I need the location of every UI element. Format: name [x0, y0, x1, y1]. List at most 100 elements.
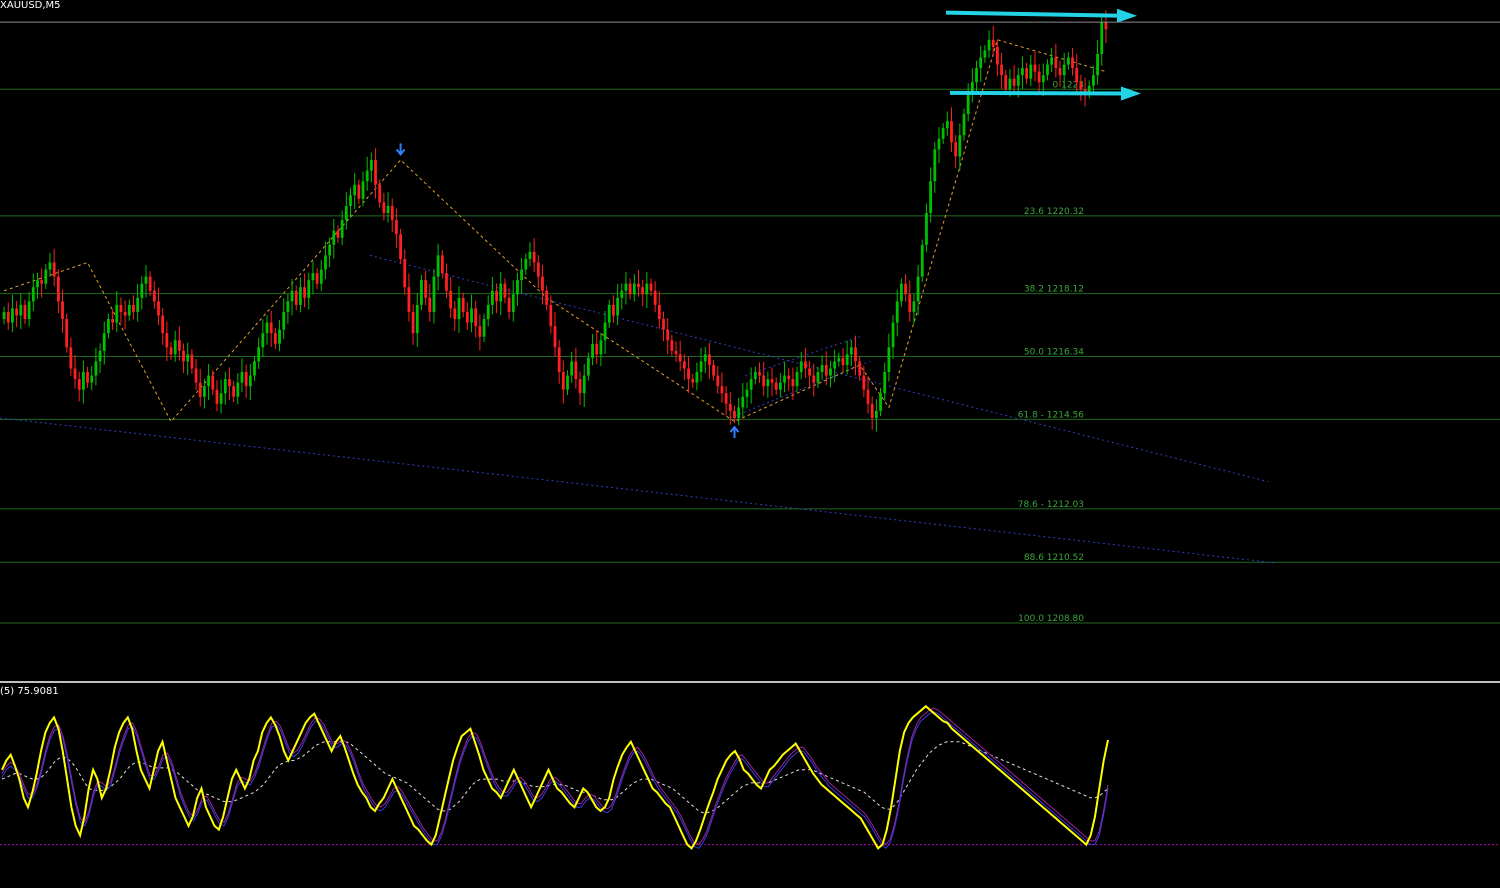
candle-body — [532, 251, 536, 263]
candle-body — [482, 319, 486, 337]
candle-body — [578, 379, 582, 394]
candle-body — [136, 297, 140, 312]
candle-body — [854, 347, 857, 362]
candle-body — [1071, 57, 1074, 69]
chart-window[interactable]: 23.6 1220.32 38.2 1218.12 50.0 1216.34 61.8… — [0, 0, 1500, 884]
candle-body — [365, 170, 369, 182]
candle-body — [507, 297, 511, 312]
candle-body — [503, 283, 507, 298]
candle-body — [900, 283, 903, 302]
candle-body — [891, 322, 895, 348]
candle-body — [19, 304, 23, 316]
price-chart[interactable]: 23.6 1220.32 38.2 1218.12 50.0 1216.34 61.8… — [0, 0, 1500, 884]
candle-body — [328, 244, 332, 256]
candle-body — [407, 287, 411, 312]
candle-body — [758, 372, 761, 376]
candle-body — [607, 304, 611, 323]
candle-body — [670, 340, 674, 351]
candle-body — [582, 375, 586, 394]
candle-body — [186, 354, 190, 362]
candle-body — [766, 379, 770, 387]
candle-body — [157, 301, 160, 316]
oscillator-subwindow — [0, 704, 1500, 850]
candle-body — [591, 343, 594, 358]
candle-body — [215, 389, 219, 404]
candle-body — [357, 184, 361, 199]
candle-body — [244, 372, 248, 387]
candle-body — [687, 368, 690, 380]
candle-body — [140, 283, 144, 298]
candle-body — [1075, 68, 1079, 83]
candle-body — [382, 202, 386, 213]
candle-body — [753, 372, 757, 380]
candle-body — [269, 322, 273, 334]
candle-body — [933, 149, 937, 182]
candle-body — [603, 322, 607, 341]
candle-body — [887, 347, 891, 373]
candle-body — [666, 329, 670, 341]
candle-body — [770, 379, 774, 383]
candle-body — [925, 212, 928, 245]
candle-body — [499, 283, 503, 302]
candle-body — [795, 372, 799, 387]
candle-body — [127, 304, 131, 316]
candle-body — [332, 230, 336, 245]
candle-body — [86, 372, 89, 383]
candle-body — [695, 372, 699, 383]
candle-body — [415, 304, 419, 334]
candle-body — [349, 195, 352, 206]
candle-body — [841, 357, 845, 365]
candle-body — [1066, 57, 1070, 65]
candle-body — [950, 121, 953, 143]
candle-body — [536, 262, 540, 277]
candle-body — [324, 255, 327, 270]
candle-body — [173, 340, 177, 355]
candle-body — [303, 287, 306, 298]
candle-body — [1046, 64, 1049, 76]
candle-body — [712, 364, 715, 376]
candle-body — [236, 382, 240, 397]
candle-body — [1096, 53, 1099, 76]
candle-body — [115, 304, 119, 323]
candle-body — [36, 280, 39, 288]
candle-body — [937, 138, 941, 150]
candle-body — [724, 393, 728, 404]
candle-body — [574, 361, 578, 380]
candle-body — [783, 375, 786, 383]
candle-body — [52, 262, 56, 277]
candle-body — [470, 308, 473, 323]
candle-body — [983, 50, 987, 58]
candle-body — [799, 361, 803, 373]
candle-body — [1100, 22, 1104, 54]
candle-body — [637, 283, 640, 288]
candle-body — [1012, 78, 1016, 86]
candle-body — [586, 357, 590, 376]
candle-body — [808, 368, 811, 376]
candle-body — [979, 57, 983, 69]
candle-body — [728, 403, 732, 411]
candle-body — [177, 340, 181, 351]
candle-body — [561, 372, 565, 390]
candle-body — [11, 308, 14, 323]
candle-body — [895, 301, 899, 323]
candle-body — [1016, 75, 1020, 86]
candle-body — [94, 361, 98, 376]
candle-body — [858, 361, 862, 376]
candle-body — [787, 375, 791, 380]
candle-body — [44, 269, 48, 284]
candle-body — [691, 379, 695, 383]
candle-body — [657, 304, 661, 320]
candle-body — [424, 280, 428, 298]
swing-high-marker — [395, 143, 406, 156]
candle-body — [232, 386, 236, 397]
candle-body — [987, 39, 991, 51]
candle-body — [1079, 82, 1083, 90]
candle-body — [248, 375, 252, 387]
candle-body — [411, 311, 415, 334]
trend-line — [0, 417, 1276, 564]
candle-body — [678, 354, 682, 362]
candle-body — [123, 311, 127, 316]
candle-body — [15, 308, 19, 316]
candle-body — [403, 258, 407, 288]
candle-body — [307, 280, 311, 298]
